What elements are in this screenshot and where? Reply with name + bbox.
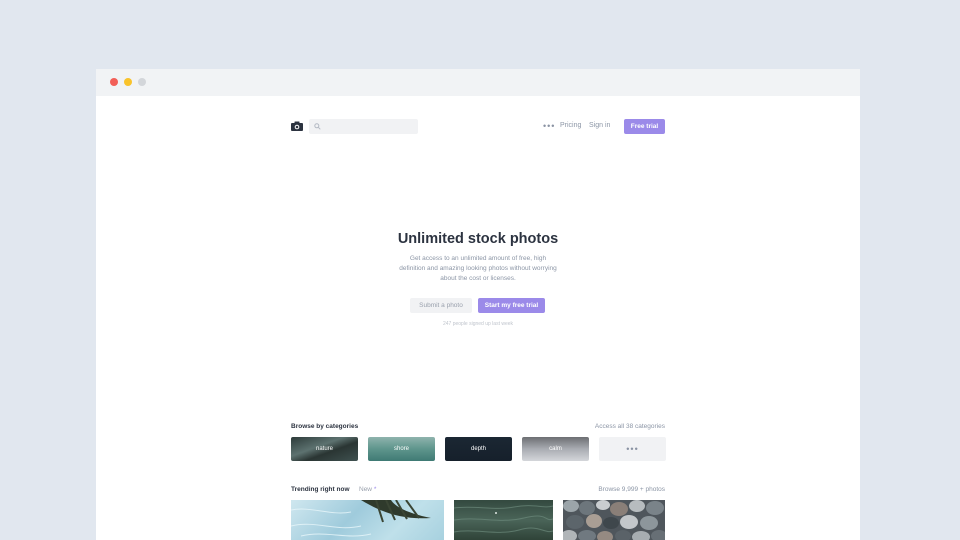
more-categories-button[interactable]: ••• (599, 437, 666, 461)
category-label: shore (393, 446, 409, 452)
browser-window: ••• Pricing Sign in Free trial Unlimited… (96, 69, 860, 540)
hero-title: Unlimited stock photos (397, 231, 559, 247)
site-header: ••• Pricing Sign in Free trial (291, 119, 665, 134)
browse-photos-link[interactable]: Browse 9,999 + photos (598, 486, 665, 493)
more-menu-button[interactable]: ••• (543, 122, 555, 131)
category-card-depth[interactable]: depth (445, 437, 512, 461)
sign-in-link[interactable]: Sign in (589, 122, 610, 129)
search-input[interactable] (309, 119, 418, 134)
trending-photo-sea[interactable] (454, 500, 553, 540)
start-free-trial-button[interactable]: Start my free trial (478, 298, 545, 313)
close-window-button[interactable] (110, 78, 118, 86)
category-label: nature (315, 446, 333, 452)
category-label: calm (549, 446, 562, 452)
category-list: nature shore depth calm ••• (291, 437, 666, 461)
zoom-window-button[interactable] (138, 78, 146, 86)
trending-photo-palm-water[interactable] (291, 500, 444, 540)
camera-icon[interactable] (291, 121, 303, 131)
pebbles-image (563, 500, 665, 540)
signed-up-note: 247 people signed up last week (442, 321, 514, 327)
category-card-shore[interactable]: shore (368, 437, 435, 461)
all-categories-link[interactable]: Access all 38 categories (595, 423, 665, 430)
search-icon (314, 123, 321, 130)
trending-title: Trending right now (291, 486, 350, 493)
category-label: depth (470, 446, 486, 452)
more-icon: ••• (626, 444, 639, 454)
new-label: New (359, 486, 373, 493)
palm-leaf-image (291, 500, 431, 537)
sea-waves-image (454, 505, 553, 533)
hero-description: Get access to an unlimited amount of fre… (399, 255, 557, 282)
title-bar (96, 69, 860, 96)
page-content: ••• Pricing Sign in Free trial Unlimited… (291, 96, 666, 540)
category-card-calm[interactable]: calm (522, 437, 589, 461)
pricing-link[interactable]: Pricing (560, 122, 581, 129)
category-card-nature[interactable]: nature (291, 437, 358, 461)
new-marker: * (373, 486, 377, 493)
submit-photo-button[interactable]: Submit a photo (410, 298, 472, 313)
free-trial-button[interactable]: Free trial (624, 119, 665, 134)
categories-title: Browse by categories (291, 423, 359, 430)
trending-photo-pebbles[interactable] (563, 500, 665, 540)
minimize-window-button[interactable] (124, 78, 132, 86)
new-filter[interactable]: New * (359, 486, 376, 493)
